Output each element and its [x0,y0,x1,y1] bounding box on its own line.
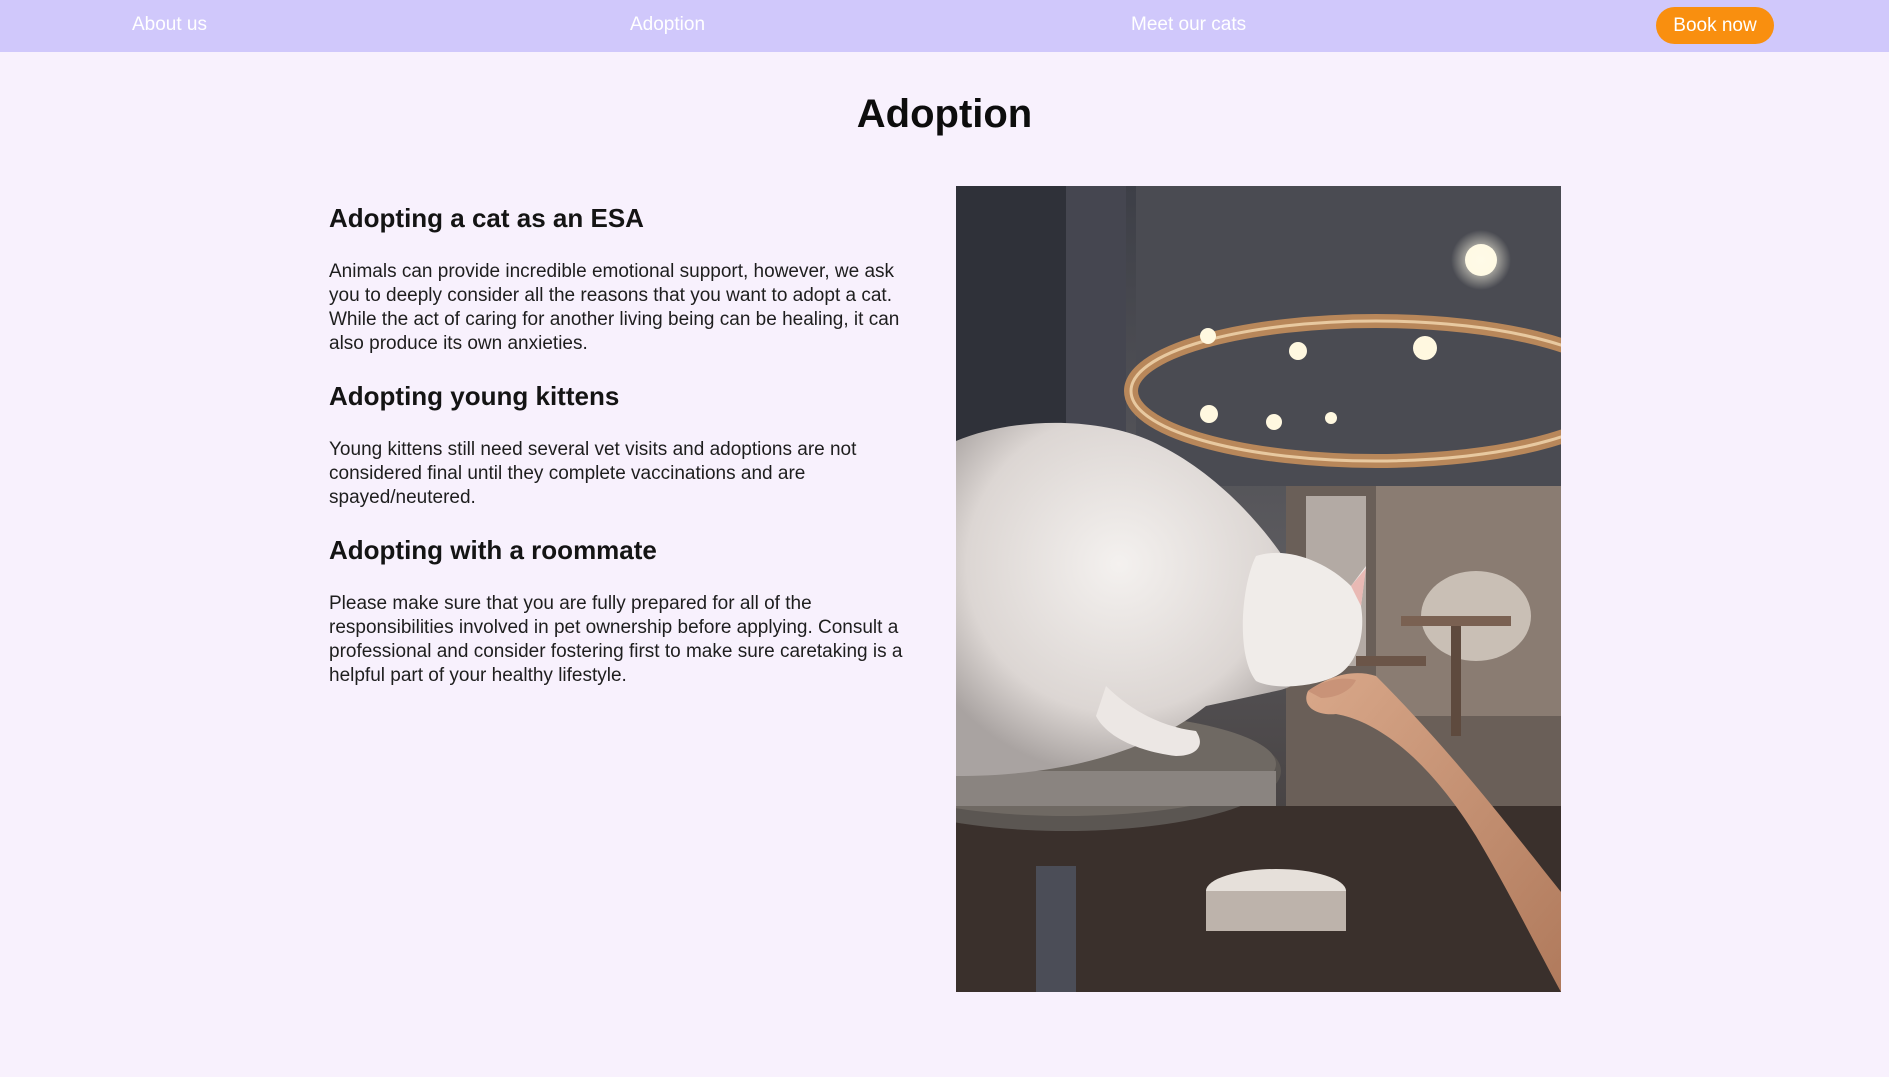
section-roommate: Adopting with a roommate Please make sur… [329,534,924,688]
section-body: Animals can provide incredible emotional… [329,261,900,354]
nav-link-adoption[interactable]: Adoption [630,14,705,36]
section-heading: Adopting with a roommate [329,535,657,565]
nav-link-meet-our-cats[interactable]: Meet our cats [1131,14,1246,36]
nav-link-about-us[interactable]: About us [132,14,207,36]
section-heading: Adopting a cat as an ESA [329,203,644,233]
top-navbar: About us Adoption Meet our cats Book now [0,0,1889,52]
cat-photo [956,186,1561,992]
section-body: Young kittens still need several vet vis… [329,439,857,508]
section-kittens: Adopting young kittens Young kittens sti… [329,380,924,510]
adoption-info-column: Adopting a cat as an ESA Animals can pro… [329,186,924,712]
section-body: Please make sure that you are fully prep… [329,593,903,686]
book-now-button[interactable]: Book now [1656,7,1774,44]
section-heading: Adopting young kittens [329,381,620,411]
page-title: Adoption [856,92,1033,136]
section-esa: Adopting a cat as an ESA Animals can pro… [329,202,924,356]
